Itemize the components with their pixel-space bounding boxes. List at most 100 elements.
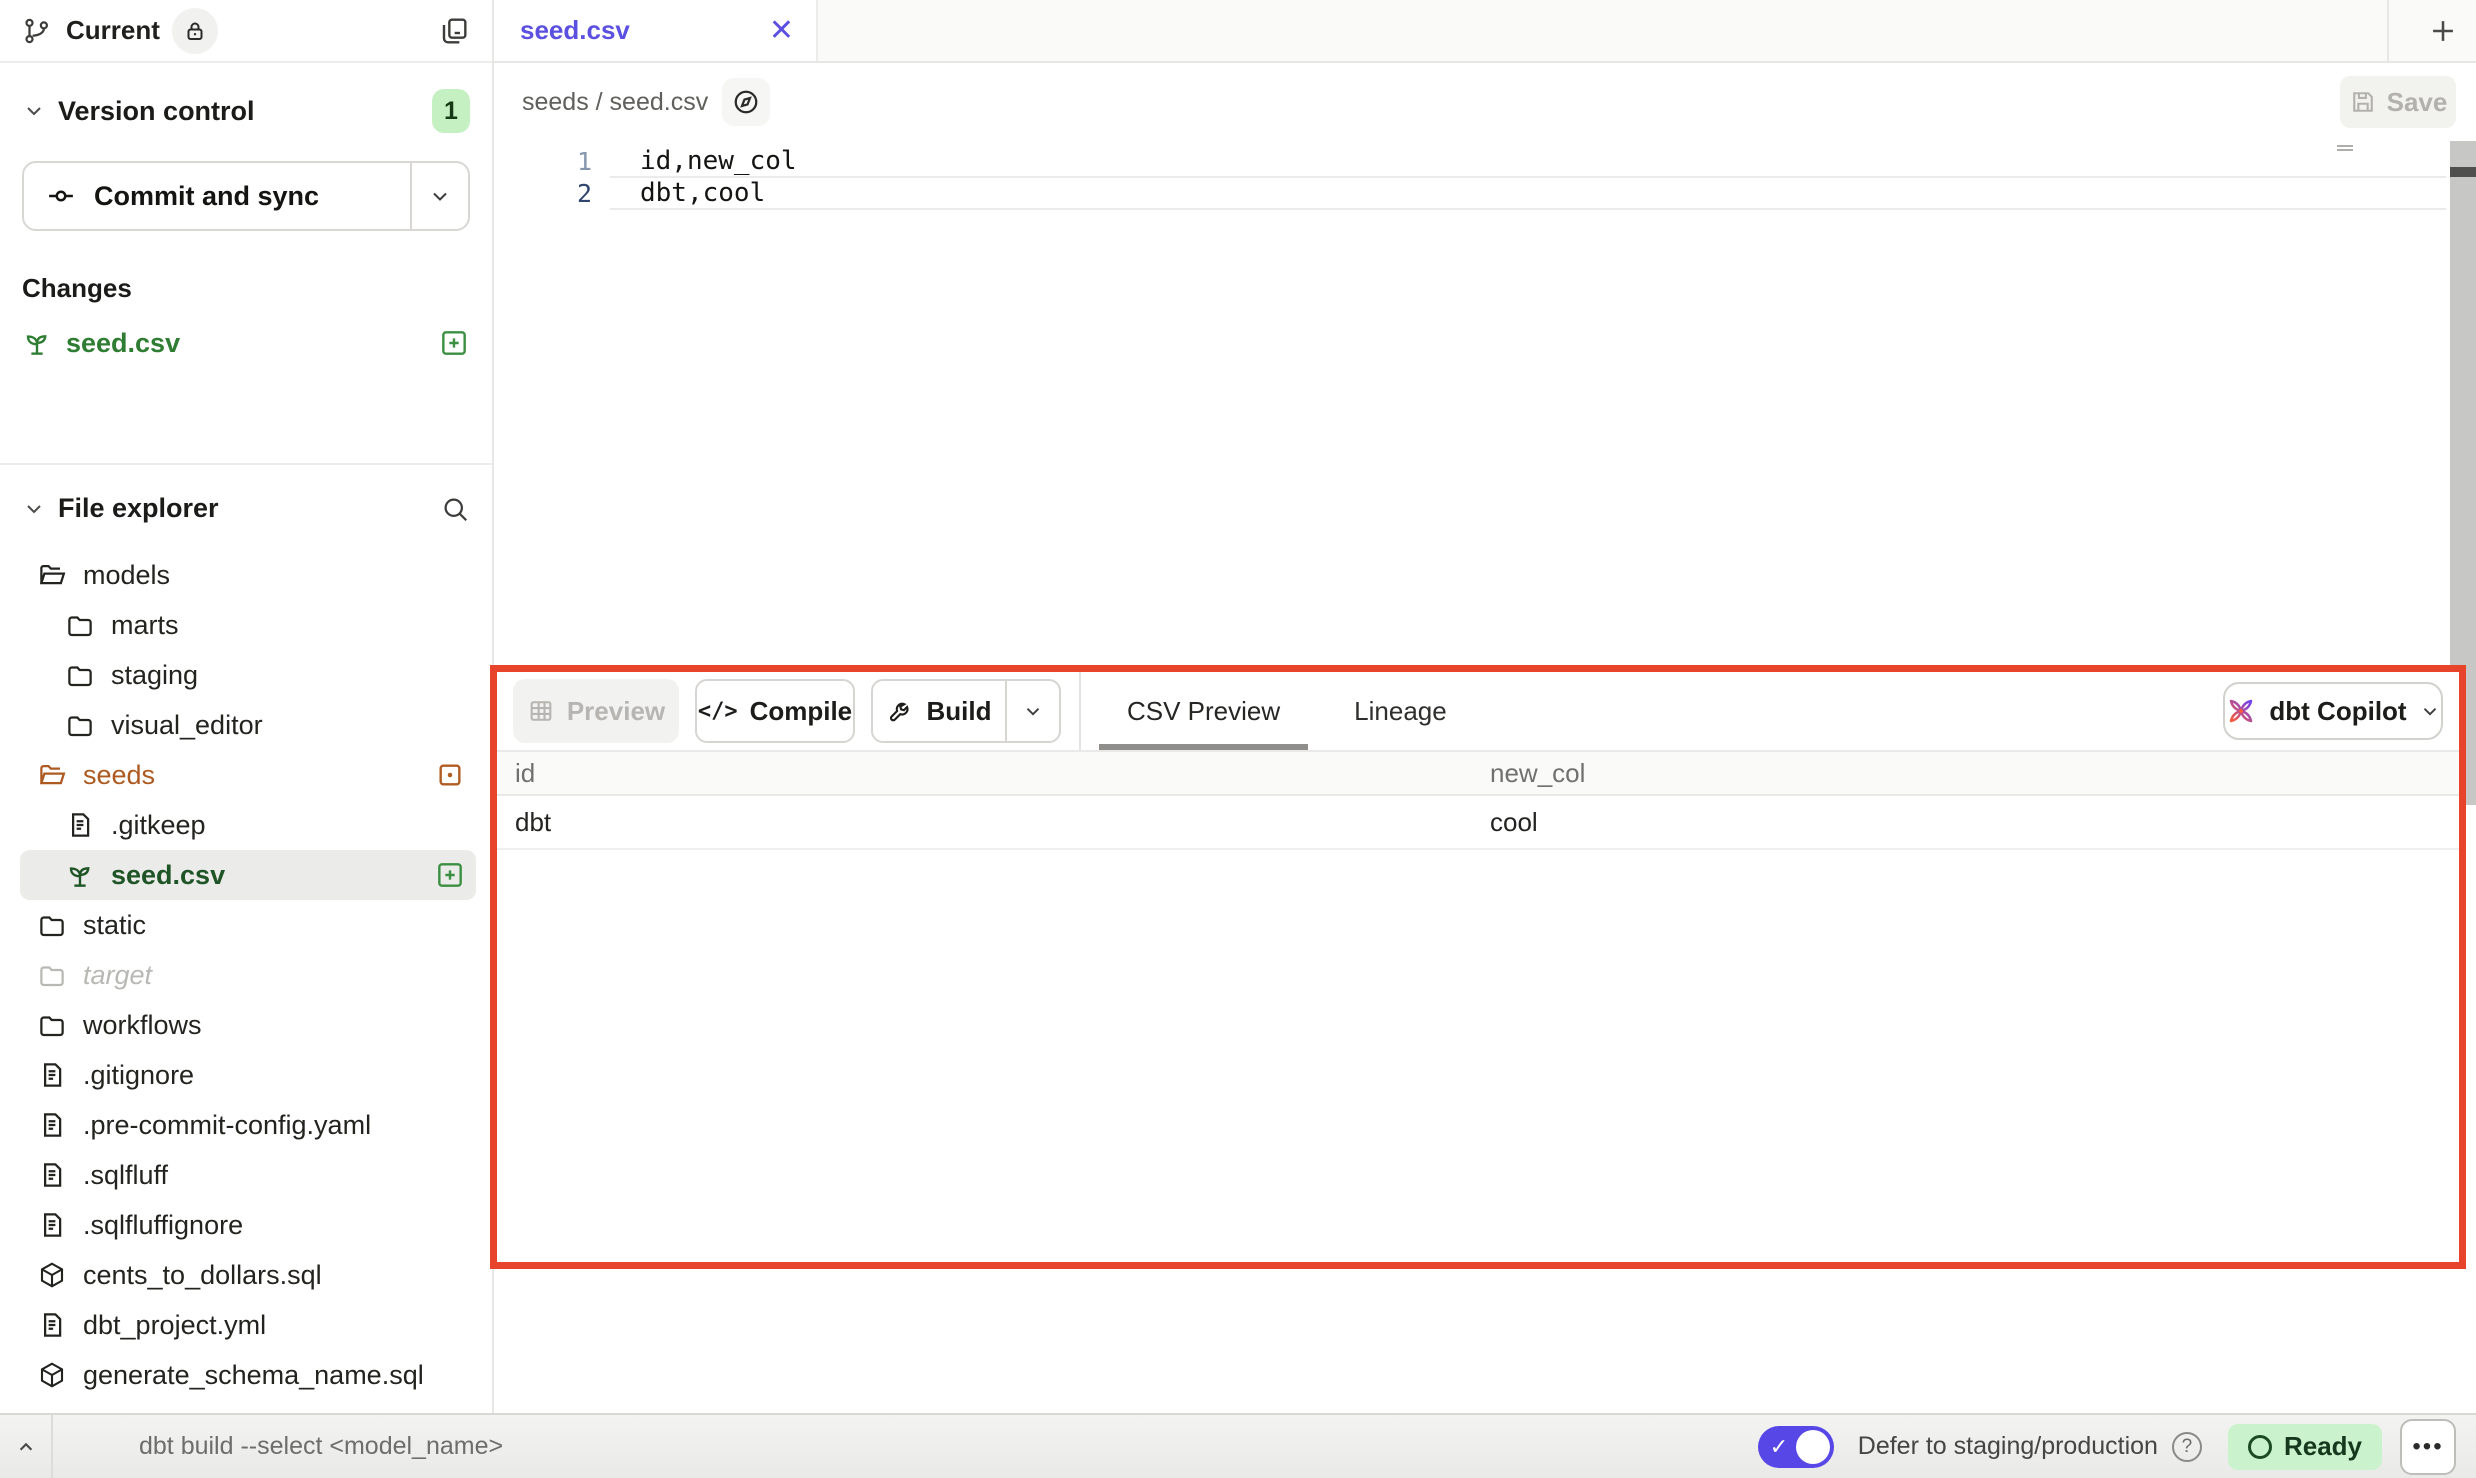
duplicate-docs-icon[interactable] xyxy=(438,15,470,47)
commit-and-sync-split-button: Commit and sync xyxy=(22,161,470,231)
tab-csv-preview[interactable]: CSV Preview xyxy=(1099,672,1308,750)
file-row[interactable]: .gitignore xyxy=(20,1050,476,1100)
file-row[interactable]: cents_to_dollars.sql xyxy=(20,1250,476,1300)
file-name: seeds xyxy=(83,760,155,791)
file-name: visual_editor xyxy=(111,710,263,741)
table-row[interactable]: dbt cool xyxy=(497,796,2459,850)
file-row[interactable]: .sqlfluff xyxy=(20,1150,476,1200)
commit-and-sync-button[interactable]: Commit and sync xyxy=(24,163,410,229)
editor-line: 1 id,new_col xyxy=(494,145,2476,177)
save-button[interactable]: Save xyxy=(2340,76,2456,128)
lock-icon xyxy=(183,19,207,43)
collapse-panel-button[interactable] xyxy=(0,1415,53,1478)
file-type-icon xyxy=(36,1059,68,1091)
file-type-icon xyxy=(36,909,68,941)
editor-scrollbar-thumb[interactable] xyxy=(2450,167,2476,177)
build-button[interactable]: Build xyxy=(873,681,1005,741)
file-icon xyxy=(64,809,96,841)
version-control-section: Version control 1 Commit and sync Change… xyxy=(0,63,492,463)
csv-preview-table: id new_col dbt cool xyxy=(497,750,2459,850)
file-row[interactable]: dbt_project.yml xyxy=(20,1300,476,1350)
build-options-caret[interactable] xyxy=(1005,681,1059,741)
help-icon[interactable]: ? xyxy=(2172,1432,2202,1462)
file-row[interactable]: staging xyxy=(20,650,476,700)
code-icon: </> xyxy=(698,699,738,724)
dbt-copilot-button[interactable]: dbt Copilot xyxy=(2223,682,2443,740)
file-name: .gitkeep xyxy=(111,810,206,841)
file-row[interactable]: models xyxy=(20,550,476,600)
compile-button[interactable]: </> Compile xyxy=(695,679,855,743)
more-options-button[interactable]: ••• xyxy=(2400,1419,2456,1475)
editor-line-current: 2 dbt,cool xyxy=(494,177,2476,209)
file-row[interactable]: seeds xyxy=(20,750,476,800)
file-row[interactable]: workflows xyxy=(20,1000,476,1050)
tab-label: seed.csv xyxy=(520,15,630,46)
file-icon xyxy=(36,1059,68,1091)
file-name: staging xyxy=(111,660,198,691)
file-row[interactable]: .sqlfluffignore xyxy=(20,1200,476,1250)
file-row[interactable]: visual_editor xyxy=(20,700,476,750)
file-type-icon xyxy=(36,1009,68,1041)
file-row[interactable]: static xyxy=(20,900,476,950)
commit-options-caret[interactable] xyxy=(410,163,468,229)
chevron-down-icon xyxy=(22,99,46,123)
status-badge[interactable]: Ready xyxy=(2228,1424,2382,1470)
editor-tab-bar: seed.csv ✕ xyxy=(494,0,2476,63)
sidebar: Current Version control 1 xyxy=(0,0,494,1413)
explore-chip[interactable] xyxy=(722,78,770,126)
tab-close-icon[interactable]: ✕ xyxy=(769,16,794,46)
file-name: .pre-commit-config.yaml xyxy=(83,1110,371,1141)
file-icon xyxy=(36,1309,68,1341)
wrench-icon xyxy=(887,697,915,725)
file-type-icon xyxy=(64,659,96,691)
command-input[interactable]: dbt build --select <model_name> xyxy=(139,1432,503,1461)
file-row[interactable]: seed.csv xyxy=(20,850,476,900)
folder-icon xyxy=(64,609,96,641)
build-split-button: Build xyxy=(871,679,1061,743)
tab-lineage[interactable]: Lineage xyxy=(1326,672,1475,750)
file-type-icon xyxy=(64,859,96,891)
compass-icon xyxy=(731,87,761,117)
defer-toggle[interactable]: ✓ xyxy=(1758,1426,1834,1468)
file-name: .sqlfluffignore xyxy=(83,1210,243,1241)
column-header-new-col: new_col xyxy=(1490,758,2459,789)
file-row[interactable]: generate_schema_name.sql xyxy=(20,1350,476,1400)
branch-bar: Current xyxy=(0,0,492,63)
search-icon[interactable] xyxy=(440,494,470,524)
model-cube-icon xyxy=(36,1259,68,1291)
changed-file-row[interactable]: seed.csv xyxy=(22,320,470,366)
dbt-copilot-label: dbt Copilot xyxy=(2269,696,2406,727)
file-name: .gitignore xyxy=(83,1060,194,1091)
chevron-down-icon xyxy=(2419,700,2441,722)
file-row[interactable]: target xyxy=(20,950,476,1000)
added-file-plus-icon xyxy=(438,327,470,359)
line-number: 1 xyxy=(494,147,598,176)
cell-new-col: cool xyxy=(1490,807,2459,838)
file-type-icon xyxy=(36,1359,68,1391)
folder-icon xyxy=(36,1009,68,1041)
file-icon xyxy=(36,1159,68,1191)
changed-file-name: seed.csv xyxy=(66,328,180,359)
changes-heading: Changes xyxy=(22,273,470,304)
preview-button-label: Preview xyxy=(567,696,665,727)
file-type-icon xyxy=(36,1259,68,1291)
seed-sprout-icon xyxy=(22,328,52,358)
tab-seed-csv[interactable]: seed.csv ✕ xyxy=(494,0,818,61)
file-explorer-header[interactable]: File explorer xyxy=(0,465,492,524)
modified-dot-badge-icon xyxy=(434,759,466,791)
main-area: seed.csv ✕ seeds / seed.csv Save xyxy=(494,0,2476,1413)
file-row[interactable]: .gitkeep xyxy=(20,800,476,850)
file-row[interactable]: marts xyxy=(20,600,476,650)
toggle-knob xyxy=(1796,1430,1830,1464)
preview-button[interactable]: Preview xyxy=(513,679,679,743)
folder-icon xyxy=(36,959,68,991)
defer-label: Defer to staging/production xyxy=(1858,1432,2158,1461)
file-name: workflows xyxy=(83,1010,202,1041)
file-type-icon xyxy=(36,1159,68,1191)
new-tab-button[interactable] xyxy=(2410,0,2476,61)
file-type-icon xyxy=(36,1309,68,1341)
version-control-header[interactable]: Version control 1 xyxy=(22,89,470,133)
file-name: static xyxy=(83,910,146,941)
file-row[interactable]: .pre-commit-config.yaml xyxy=(20,1100,476,1150)
model-cube-icon xyxy=(36,1359,68,1391)
